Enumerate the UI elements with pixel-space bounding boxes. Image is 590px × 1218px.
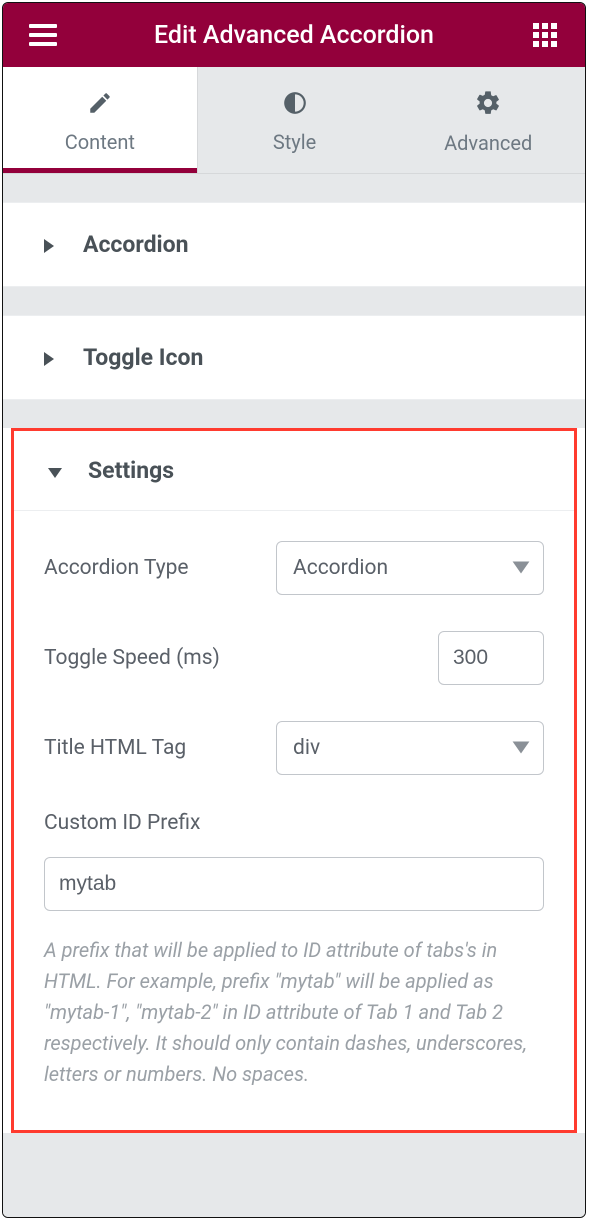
section-toggle-icon[interactable]: Toggle Icon [3, 315, 585, 400]
header: Edit Advanced Accordion [3, 3, 585, 67]
accordion-type-label: Accordion Type [44, 556, 189, 580]
editor-panel: Edit Advanced Accordion Content Style [2, 2, 586, 1218]
toggle-speed-input[interactable] [438, 631, 544, 685]
contrast-icon [282, 90, 308, 120]
apps-icon[interactable] [531, 23, 559, 47]
accordion-type-select[interactable]: Accordion [276, 541, 544, 595]
accordion-type-value: Accordion [276, 541, 544, 595]
caret-down-icon [48, 464, 62, 478]
toggle-speed-label: Toggle Speed (ms) [44, 646, 220, 670]
field-custom-id-prefix: Custom ID Prefix A prefix that will be a… [44, 811, 544, 1090]
custom-id-prefix-label: Custom ID Prefix [44, 811, 544, 835]
section-accordion-title: Accordion [83, 231, 189, 258]
menu-icon[interactable] [29, 23, 57, 47]
gap [3, 174, 585, 202]
tab-style[interactable]: Style [198, 67, 392, 173]
section-toggle-icon-title: Toggle Icon [83, 344, 203, 371]
settings-body: Accordion Type Accordion Toggle Speed (m… [14, 511, 574, 1130]
field-accordion-type: Accordion Type Accordion [44, 541, 544, 595]
custom-id-prefix-description: A prefix that will be applied to ID attr… [44, 935, 544, 1090]
header-title: Edit Advanced Accordion [57, 21, 531, 50]
tabs: Content Style Advanced [3, 67, 585, 174]
tab-content-label: Content [65, 130, 135, 154]
gear-icon [474, 89, 502, 121]
gap [3, 287, 585, 315]
tab-advanced-label: Advanced [444, 131, 532, 155]
pencil-icon [87, 90, 113, 120]
tab-style-label: Style [273, 130, 316, 154]
settings-highlight: Settings Accordion Type Accordion Toggle… [11, 428, 577, 1133]
caret-right-icon [43, 238, 57, 252]
caret-right-icon [43, 351, 57, 365]
custom-id-prefix-input[interactable] [44, 857, 544, 911]
field-toggle-speed: Toggle Speed (ms) [44, 631, 544, 685]
section-settings-title: Settings [88, 457, 174, 484]
field-title-html-tag: Title HTML Tag div [44, 721, 544, 775]
tab-advanced[interactable]: Advanced [391, 67, 585, 173]
title-html-tag-value: div [276, 721, 544, 775]
tab-content[interactable]: Content [3, 67, 198, 173]
title-html-tag-select[interactable]: div [276, 721, 544, 775]
gap [3, 1133, 585, 1217]
section-accordion[interactable]: Accordion [3, 202, 585, 287]
gap [3, 400, 585, 428]
title-html-tag-label: Title HTML Tag [44, 736, 186, 760]
section-settings[interactable]: Settings [14, 431, 574, 511]
